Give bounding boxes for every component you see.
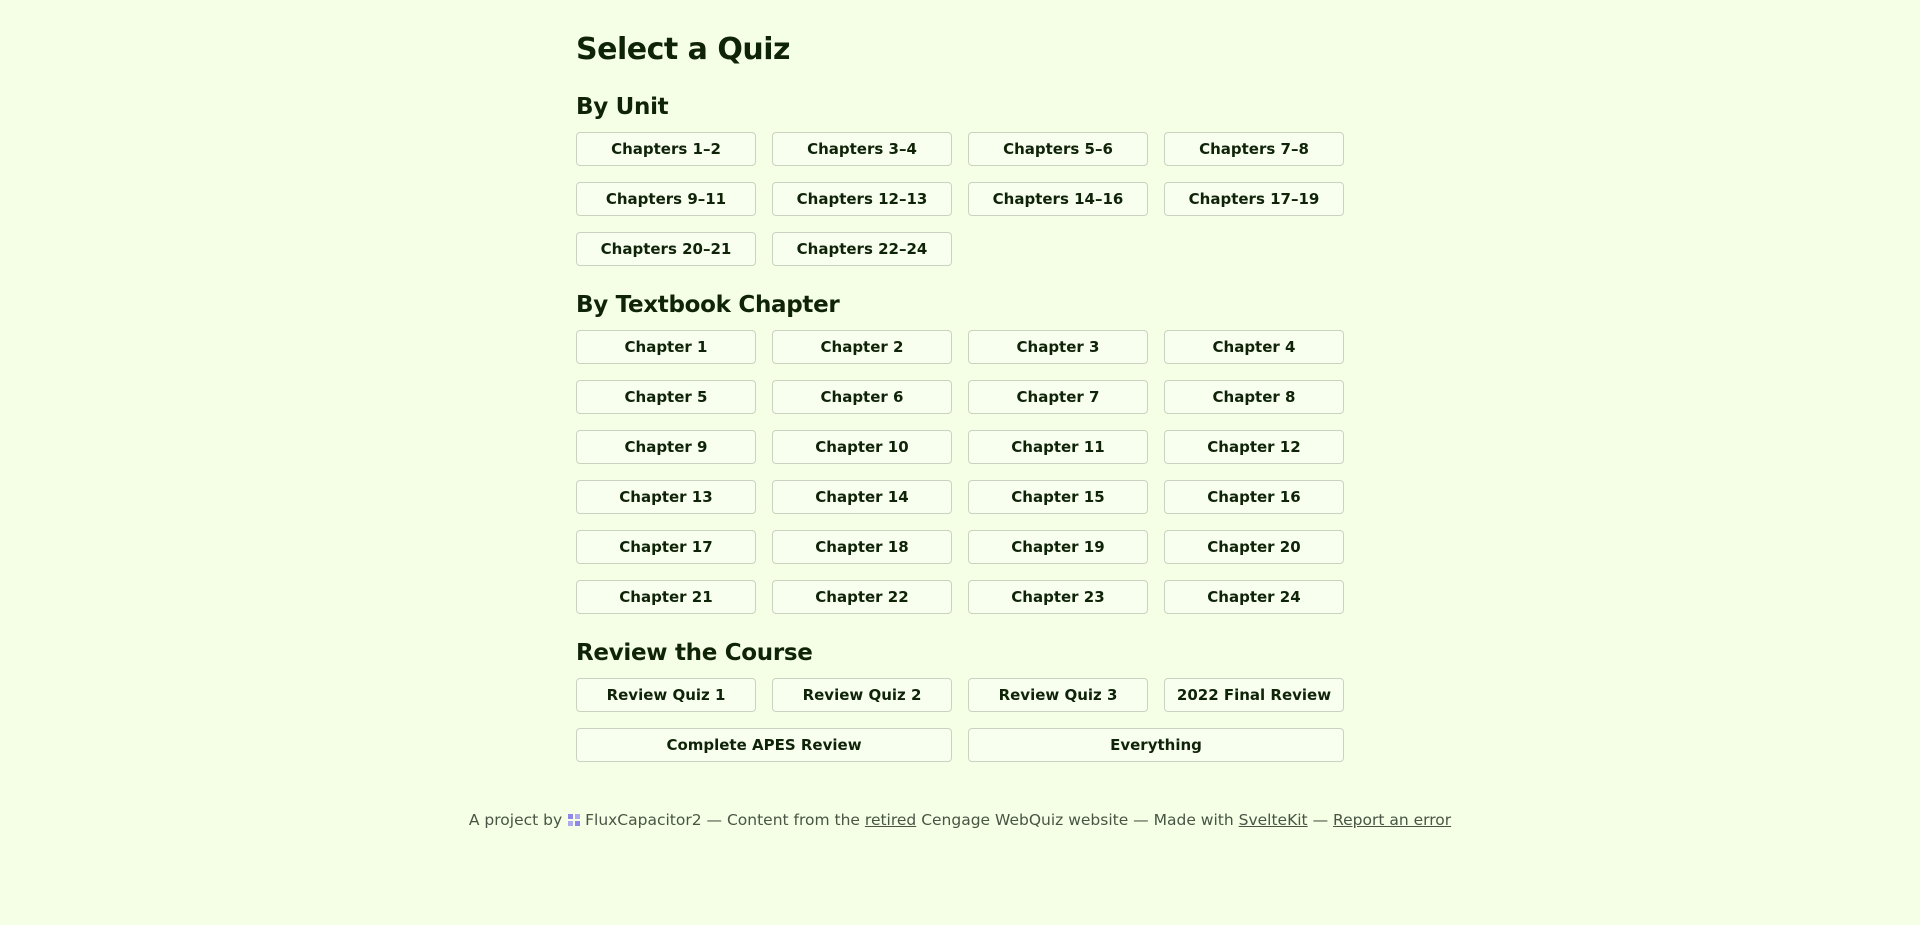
quiz-button-chapter-17[interactable]: Chapter 17 xyxy=(576,530,756,564)
quiz-button-review-quiz-2[interactable]: Review Quiz 2 xyxy=(772,678,952,712)
quiz-button-chapter-8[interactable]: Chapter 8 xyxy=(1164,380,1344,414)
quiz-button-chapter-21[interactable]: Chapter 21 xyxy=(576,580,756,614)
section-heading-by-chapter: By Textbook Chapter xyxy=(576,292,840,318)
quiz-button-chapter-7[interactable]: Chapter 7 xyxy=(968,380,1148,414)
quiz-button-chapter-10[interactable]: Chapter 10 xyxy=(772,430,952,464)
quiz-button-chapter-20[interactable]: Chapter 20 xyxy=(1164,530,1344,564)
quiz-button-chapter-19[interactable]: Chapter 19 xyxy=(968,530,1148,564)
quiz-button-chapters-14-16[interactable]: Chapters 14–16 xyxy=(968,182,1148,216)
quiz-button-chapter-15[interactable]: Chapter 15 xyxy=(968,480,1148,514)
quiz-button-chapter-23[interactable]: Chapter 23 xyxy=(968,580,1148,614)
quiz-button-chapter-5[interactable]: Chapter 5 xyxy=(576,380,756,414)
quiz-button-chapters-1-2[interactable]: Chapters 1–2 xyxy=(576,132,756,166)
quiz-button-chapter-1[interactable]: Chapter 1 xyxy=(576,330,756,364)
section-heading-review: Review the Course xyxy=(576,640,813,666)
by-chapter-grid: Chapter 1 Chapter 2 Chapter 3 Chapter 4 … xyxy=(576,330,1344,614)
quiz-button-2022-final-review[interactable]: 2022 Final Review xyxy=(1164,678,1344,712)
quiz-button-chapters-7-8[interactable]: Chapters 7–8 xyxy=(1164,132,1344,166)
page-title: Select a Quiz xyxy=(576,32,790,67)
section-heading-by-unit: By Unit xyxy=(576,94,669,120)
quiz-button-everything[interactable]: Everything xyxy=(968,728,1344,762)
quiz-button-chapter-24[interactable]: Chapter 24 xyxy=(1164,580,1344,614)
footer-report-error-link[interactable]: Report an error xyxy=(1333,811,1451,829)
footer-source-text: Cengage WebQuiz website — Made with xyxy=(921,811,1234,829)
footer-retired-link[interactable]: retired xyxy=(865,811,916,829)
footer-dash: — xyxy=(1312,811,1329,829)
quiz-button-chapter-13[interactable]: Chapter 13 xyxy=(576,480,756,514)
footer-content-from: — Content from the xyxy=(706,811,860,829)
quiz-button-chapter-16[interactable]: Chapter 16 xyxy=(1164,480,1344,514)
quiz-button-complete-apes-review[interactable]: Complete APES Review xyxy=(576,728,952,762)
quiz-button-chapter-2[interactable]: Chapter 2 xyxy=(772,330,952,364)
quiz-button-review-quiz-3[interactable]: Review Quiz 3 xyxy=(968,678,1148,712)
footer: A project by FluxCapacitor2 — Content fr… xyxy=(0,811,1920,829)
quiz-button-chapters-3-4[interactable]: Chapters 3–4 xyxy=(772,132,952,166)
footer-prefix: A project by xyxy=(468,811,563,829)
quiz-button-chapter-9[interactable]: Chapter 9 xyxy=(576,430,756,464)
quiz-button-chapter-11[interactable]: Chapter 11 xyxy=(968,430,1148,464)
quiz-button-chapter-18[interactable]: Chapter 18 xyxy=(772,530,952,564)
quiz-button-chapters-9-11[interactable]: Chapters 9–11 xyxy=(576,182,756,216)
quiz-button-chapters-20-21[interactable]: Chapters 20–21 xyxy=(576,232,756,266)
quiz-button-chapters-12-13[interactable]: Chapters 12–13 xyxy=(772,182,952,216)
quiz-button-chapter-14[interactable]: Chapter 14 xyxy=(772,480,952,514)
quiz-button-review-quiz-1[interactable]: Review Quiz 1 xyxy=(576,678,756,712)
quiz-button-chapter-4[interactable]: Chapter 4 xyxy=(1164,330,1344,364)
by-unit-grid: Chapters 1–2 Chapters 3–4 Chapters 5–6 C… xyxy=(576,132,1344,266)
footer-author: FluxCapacitor2 xyxy=(585,811,702,829)
quiz-button-chapters-5-6[interactable]: Chapters 5–6 xyxy=(968,132,1148,166)
footer-sveltekit-link[interactable]: SvelteKit xyxy=(1239,811,1308,829)
quiz-button-chapters-17-19[interactable]: Chapters 17–19 xyxy=(1164,182,1344,216)
quiz-button-chapter-22[interactable]: Chapter 22 xyxy=(772,580,952,614)
quiz-button-chapter-12[interactable]: Chapter 12 xyxy=(1164,430,1344,464)
quiz-button-chapter-3[interactable]: Chapter 3 xyxy=(968,330,1148,364)
flux-capacitor-icon xyxy=(568,813,581,827)
quiz-button-chapter-6[interactable]: Chapter 6 xyxy=(772,380,952,414)
review-grid: Review Quiz 1 Review Quiz 2 Review Quiz … xyxy=(576,678,1344,762)
quiz-button-chapters-22-24[interactable]: Chapters 22–24 xyxy=(772,232,952,266)
